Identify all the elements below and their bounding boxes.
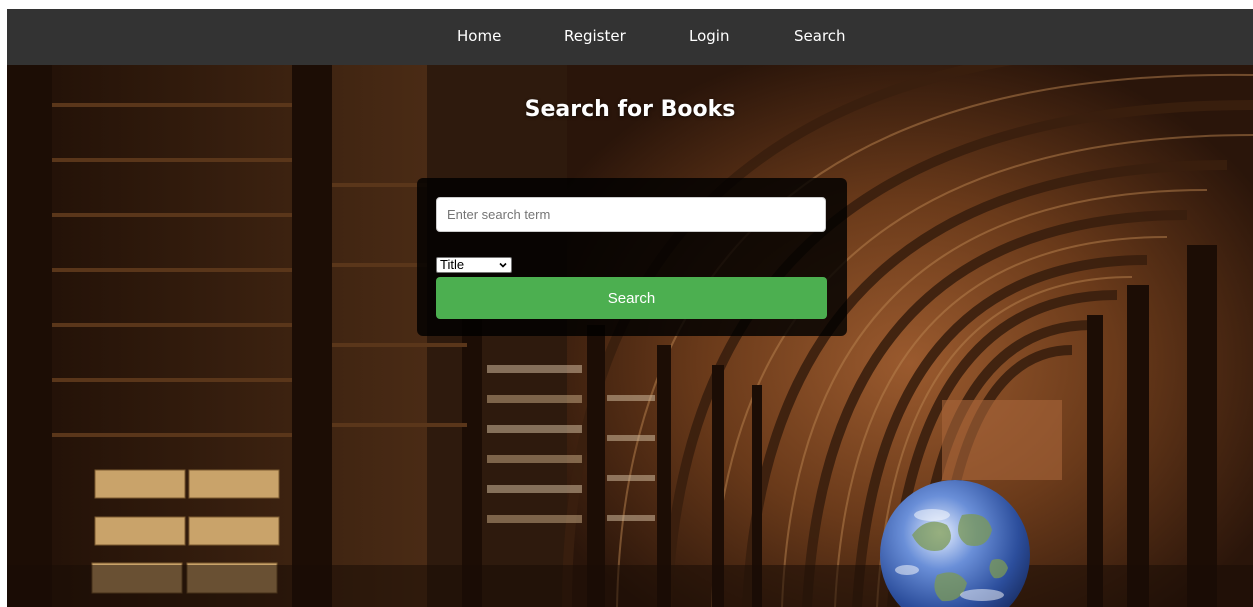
search-form-panel: Title Search: [417, 178, 847, 336]
search-field-select[interactable]: Title: [436, 257, 512, 273]
top-navbar: Home Register Login Search: [7, 9, 1253, 65]
nav-search-link[interactable]: Search: [794, 27, 846, 45]
search-field-selected-value: Title: [440, 257, 465, 272]
hero-section: Search for Books Title Search: [7, 65, 1253, 607]
page-title: Search for Books: [524, 97, 736, 122]
nav-home-link[interactable]: Home: [457, 27, 501, 45]
nav-register-link[interactable]: Register: [564, 27, 626, 45]
search-input[interactable]: [436, 197, 826, 232]
page: Home Register Login Search Search for Bo…: [7, 9, 1253, 607]
search-button[interactable]: Search: [436, 277, 827, 319]
nav-login-link[interactable]: Login: [689, 27, 729, 45]
chevron-down-icon: [499, 262, 507, 268]
library-background-image: [7, 65, 1253, 607]
